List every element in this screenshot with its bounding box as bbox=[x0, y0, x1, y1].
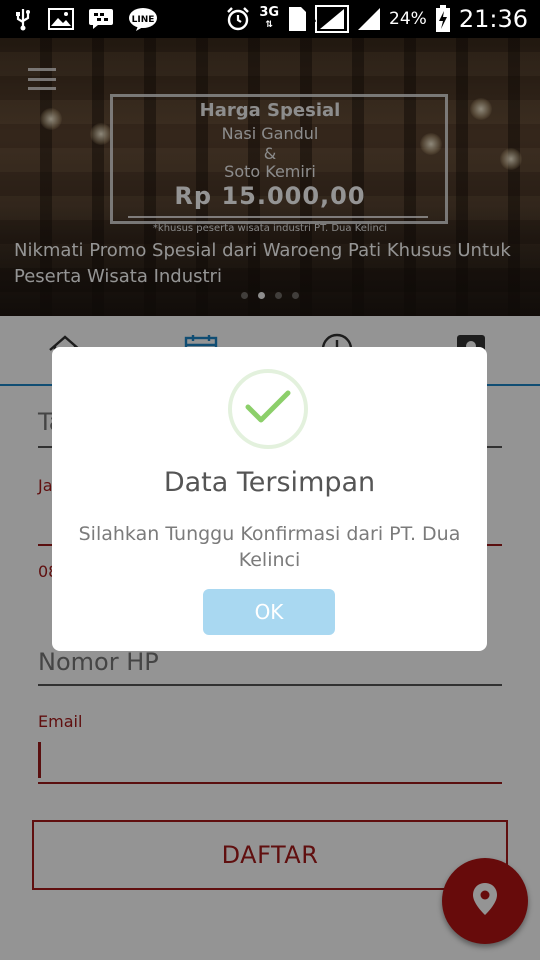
battery-charging-icon bbox=[435, 5, 451, 33]
bbm-icon bbox=[88, 7, 114, 31]
signal-strength-icon-2 bbox=[357, 7, 381, 31]
image-icon bbox=[48, 8, 74, 30]
svg-text:LINE: LINE bbox=[132, 15, 155, 25]
signal-strength-icon bbox=[315, 5, 350, 33]
alarm-icon bbox=[225, 6, 251, 32]
usb-icon bbox=[12, 7, 34, 31]
status-bar: LINE 3G ⇅ 1 24% 21:36 bbox=[0, 0, 540, 38]
network-type-indicator: 3G ⇅ bbox=[259, 5, 280, 30]
line-app-icon: LINE bbox=[128, 7, 158, 31]
clock-time: 21:36 bbox=[458, 5, 528, 33]
dialog-message: Silahkan Tunggu Konfirmasi dari PT. Dua … bbox=[78, 523, 461, 571]
success-dialog: Data Tersimpan Silahkan Tunggu Konfirmas… bbox=[52, 347, 487, 651]
battery-percent: 24% bbox=[389, 9, 427, 29]
success-check-circle bbox=[228, 369, 308, 449]
dialog-title: Data Tersimpan bbox=[163, 467, 376, 498]
ok-button[interactable]: OK bbox=[203, 589, 335, 635]
sim-slot-label: 1 bbox=[305, 7, 317, 27]
check-icon bbox=[245, 389, 291, 429]
